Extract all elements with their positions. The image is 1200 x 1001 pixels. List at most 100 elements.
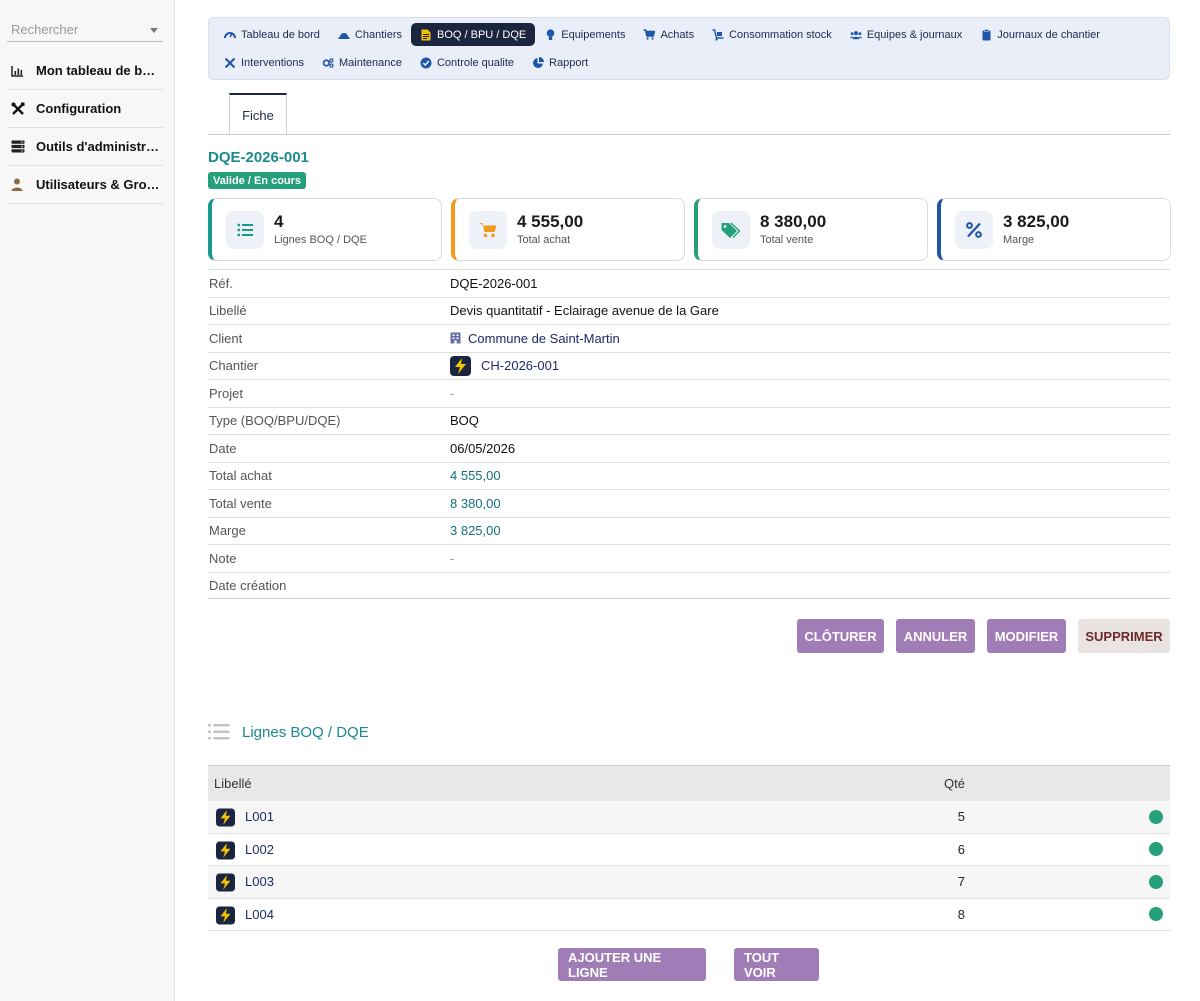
table-row[interactable]: L003 7 [208, 866, 1170, 899]
tab-label: Rapport [549, 56, 589, 69]
page-title: DQE-2026-001 [208, 149, 309, 166]
status-dot-icon [1149, 809, 1163, 824]
tab-controle-qualite[interactable]: Controle qualite [411, 51, 523, 74]
status-dot-icon [1149, 874, 1163, 889]
kpi-value: 3 825,00 [1003, 212, 1070, 231]
field-label: Date création [209, 577, 287, 593]
detail-row-total-achat: Total achat 4 555,00 [208, 461, 1170, 490]
users-icon [849, 29, 862, 41]
field-value: Devis quantitatif - Eclairage avenue de … [450, 303, 719, 319]
search-box[interactable] [7, 18, 163, 42]
see-all-button[interactable]: TOUT VOIR [734, 948, 819, 981]
field-value: 4 555,00 [450, 468, 501, 484]
detail-row-marge: Marge 3 825,00 [208, 516, 1170, 545]
side-menu: Mon tableau de bord Configuration Outils… [7, 52, 163, 204]
status-badge: Valide / En cours [208, 172, 307, 189]
module-tabs-row-2: Interventions Maintenance Controle quali… [215, 51, 597, 74]
client-link[interactable]: Commune de Saint-Martin [450, 331, 620, 346]
sidebar-item-admin-tools[interactable]: Outils d'administration [7, 128, 163, 166]
field-label: Projet [209, 385, 243, 401]
status-dot-icon [1149, 907, 1163, 922]
field-label: Note [209, 550, 237, 566]
percent-icon [955, 211, 993, 249]
tab-maintenance[interactable]: Maintenance [313, 51, 411, 74]
bar-chart-icon [11, 65, 31, 77]
list-icon [208, 723, 230, 741]
field-label: Marge [209, 523, 246, 539]
field-value: BOQ [450, 413, 479, 429]
client-name: Commune de Saint-Martin [468, 330, 620, 346]
column-header-libelle[interactable]: Libellé [214, 776, 252, 791]
add-line-button[interactable]: AJOUTER UNE LIGNE [558, 948, 706, 981]
tab-label: Interventions [241, 56, 304, 69]
field-value: - [450, 550, 455, 566]
tab-boq-bpu-dqe[interactable]: BOQ / BPU / DQE [410, 23, 536, 46]
tab-label: Chantiers [354, 28, 402, 41]
close-button[interactable]: CLÔTURER [797, 619, 884, 653]
field-label: Date [209, 440, 237, 456]
detail-row-total-vente: Total vente 8 380,00 [208, 489, 1170, 517]
module-tabs: Tableau de bord Chantiers BOQ / BPU / DQ… [208, 17, 1170, 80]
tools-icon [11, 102, 31, 116]
chevron-down-icon[interactable] [150, 28, 158, 33]
table-row[interactable]: L004 8 [208, 899, 1170, 931]
cancel-button[interactable]: ANNULER [896, 619, 975, 653]
field-label: Total achat [209, 468, 272, 484]
tab-tableau-de-bord[interactable]: Tableau de bord [215, 23, 329, 46]
tools-icon [224, 57, 236, 69]
line-qty: 5 [957, 809, 965, 825]
table-row[interactable]: L001 5 [208, 801, 1170, 834]
line-code-link[interactable]: L001 [245, 809, 274, 824]
lightning-icon [216, 840, 235, 863]
chantier-code: CH-2026-001 [481, 358, 560, 374]
tab-equipes-journaux[interactable]: Equipes & journaux [841, 23, 971, 46]
tab-label: Journaux de chantier [997, 28, 1100, 41]
hard-hat-icon [338, 29, 350, 41]
section-title: Lignes BOQ / DQE [242, 723, 369, 741]
line-code-link[interactable]: L003 [245, 874, 274, 889]
gauge-icon [224, 29, 236, 41]
document-icon [420, 29, 432, 41]
sidebar-item-dashboard[interactable]: Mon tableau de bord [7, 52, 163, 90]
kpi-value: 4 555,00 [517, 212, 584, 231]
tab-fiche[interactable]: Fiche [229, 93, 287, 135]
field-value: - [450, 385, 455, 401]
detail-row-date-creation: Date création [208, 571, 1170, 599]
tab-achats[interactable]: Achats [634, 23, 703, 46]
tab-equipements[interactable]: Equipements [535, 23, 634, 46]
sidebar-item-label: Mon tableau de bord [36, 63, 162, 78]
pie-chart-icon [532, 56, 545, 69]
search-input[interactable] [7, 18, 137, 41]
sidebar-item-users-groups[interactable]: Utilisateurs & Groupes [7, 166, 163, 204]
table-header: Libellé Qté [208, 765, 1170, 801]
bulb-icon [544, 28, 556, 41]
tab-interventions[interactable]: Interventions [215, 51, 313, 74]
lines-section-header: Lignes BOQ / DQE [208, 723, 369, 741]
sidebar-item-configuration[interactable]: Configuration [7, 90, 163, 128]
delete-button[interactable]: SUPPRIMER [1078, 619, 1170, 653]
lightning-icon [216, 808, 235, 830]
field-label: Réf. [209, 275, 233, 291]
table-body: L001 5 L002 6 L003 7 L004 8 [208, 801, 1170, 931]
lightning-icon [216, 873, 235, 895]
kpi-card-lines: 4 Lignes BOQ / DQE [208, 198, 442, 261]
tab-consommation-stock[interactable]: Consommation stock [703, 23, 841, 46]
column-header-qty[interactable]: Qté [944, 776, 965, 791]
tab-label: Consommation stock [729, 28, 832, 41]
tab-journaux-de-chantier[interactable]: Journaux de chantier [971, 23, 1109, 46]
cart-icon [643, 29, 656, 41]
field-value: DQE-2026-001 [450, 275, 538, 291]
field-label: Total vente [209, 495, 272, 511]
tab-chantiers[interactable]: Chantiers [329, 23, 411, 46]
cogs-icon [322, 57, 334, 69]
table-row[interactable]: L002 6 [208, 834, 1170, 866]
line-code-link[interactable]: L002 [245, 842, 274, 857]
tab-rapport[interactable]: Rapport [523, 51, 597, 74]
sidebar-item-label: Configuration [36, 101, 122, 116]
line-code-link[interactable]: L004 [245, 907, 274, 922]
chantier-link[interactable]: CH-2026-001 [450, 355, 560, 376]
edit-button[interactable]: MODIFIER [987, 619, 1066, 653]
sidebar-item-label: Utilisateurs & Groupes [36, 177, 162, 192]
tab-label: BOQ / BPU / DQE [436, 28, 527, 41]
tab-label: Maintenance [338, 56, 402, 69]
